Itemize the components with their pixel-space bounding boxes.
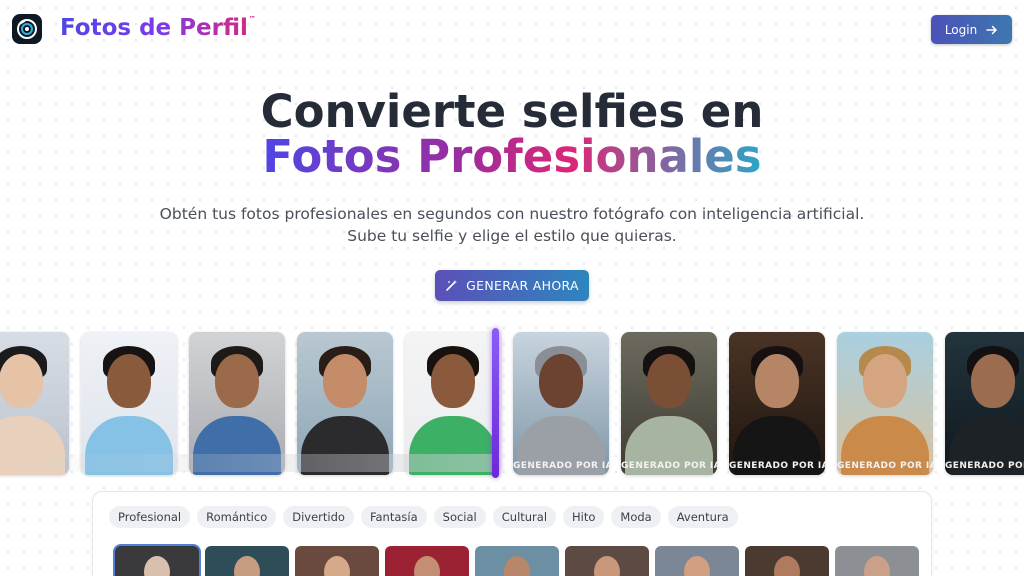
portrait-face <box>863 354 907 408</box>
portrait-face <box>323 354 367 408</box>
login-button[interactable]: Login <box>931 15 1012 44</box>
ai-generated-badge: GENERADO POR IA <box>729 461 825 471</box>
hero-title-line2: Fotos Profesionales <box>262 130 762 183</box>
camera-lens-icon <box>17 19 37 39</box>
style-thumbnail[interactable] <box>565 546 649 576</box>
cta-label: GENERAR AHORA <box>466 278 579 293</box>
brand-title[interactable]: Fotos de Perfil™ <box>60 15 256 41</box>
style-thumbnail[interactable] <box>475 546 559 576</box>
style-tab[interactable]: Moda <box>611 506 661 528</box>
ai-generated-badge: GENERADO POR IA <box>513 461 609 471</box>
thumbnail-face <box>684 556 710 576</box>
generate-now-button[interactable]: GENERAR AHORA <box>435 270 589 301</box>
style-tab[interactable]: Fantasía <box>360 506 427 528</box>
thumbnail-face <box>414 556 440 576</box>
portrait-face <box>755 354 799 408</box>
style-tab[interactable]: Cultural <box>492 506 557 528</box>
thumbnail-face <box>774 556 800 576</box>
style-tab[interactable]: Hito <box>563 506 605 528</box>
ai-generated-badge: GENERADO POR IA <box>945 461 1024 471</box>
generated-photo-card[interactable]: GENERADO POR IA <box>945 332 1024 475</box>
generated-photo-card[interactable]: GENERADO POR IA <box>837 332 933 475</box>
style-thumbnail[interactable] <box>115 546 199 576</box>
hero-subtitle-line2: Sube tu selfie y elige el estilo que qui… <box>347 227 677 245</box>
thumbnail-face <box>504 556 530 576</box>
style-thumbnails <box>115 546 919 576</box>
hero-subtitle-line1: Obtén tus fotos profesionales en segundo… <box>159 205 865 223</box>
ai-generated-badge: GENERADO POR IA <box>837 461 933 471</box>
style-tab[interactable]: Profesional <box>109 506 191 528</box>
styles-panel: Profesional Romántico Divertido Fantasía Soc… <box>92 491 932 576</box>
thumbnail-face <box>594 556 620 576</box>
style-tab[interactable]: Divertido <box>283 506 354 528</box>
portrait-face <box>431 354 475 408</box>
portrait-face <box>0 354 43 408</box>
thumbnail-face <box>324 556 350 576</box>
style-thumbnail[interactable] <box>385 546 469 576</box>
magic-wand-icon <box>446 280 458 291</box>
thumbnail-face <box>864 556 890 576</box>
comparison-strip <box>0 454 492 472</box>
style-thumbnail[interactable] <box>295 546 379 576</box>
style-tab[interactable]: Romántico <box>197 506 277 528</box>
portrait-face <box>539 354 583 408</box>
portrait-face <box>107 354 151 408</box>
generated-photo-card[interactable]: GENERADO POR IA <box>513 332 609 475</box>
style-tab[interactable]: Aventura <box>667 506 738 528</box>
thumbnail-face <box>144 556 170 576</box>
portrait-face <box>647 354 691 408</box>
generated-photo-card[interactable]: GENERADO POR IA <box>621 332 717 475</box>
logo-icon[interactable] <box>12 14 42 44</box>
style-thumbnail[interactable] <box>655 546 739 576</box>
style-category-tabs: Profesional Romántico Divertido Fantasía Soc… <box>109 506 738 528</box>
thumbnail-face <box>234 556 260 576</box>
portrait-face <box>971 354 1015 408</box>
arrow-right-icon <box>986 25 998 34</box>
comparison-slider-handle[interactable] <box>492 328 499 478</box>
style-tab[interactable]: Social <box>433 506 486 528</box>
ai-generated-badge: GENERADO POR IA <box>621 461 717 471</box>
generated-photo-card[interactable]: GENERADO POR IA <box>729 332 825 475</box>
style-thumbnail[interactable] <box>745 546 829 576</box>
login-label: Login <box>944 22 978 37</box>
portrait-face <box>215 354 259 408</box>
style-thumbnail[interactable] <box>835 546 919 576</box>
style-thumbnail[interactable] <box>205 546 289 576</box>
